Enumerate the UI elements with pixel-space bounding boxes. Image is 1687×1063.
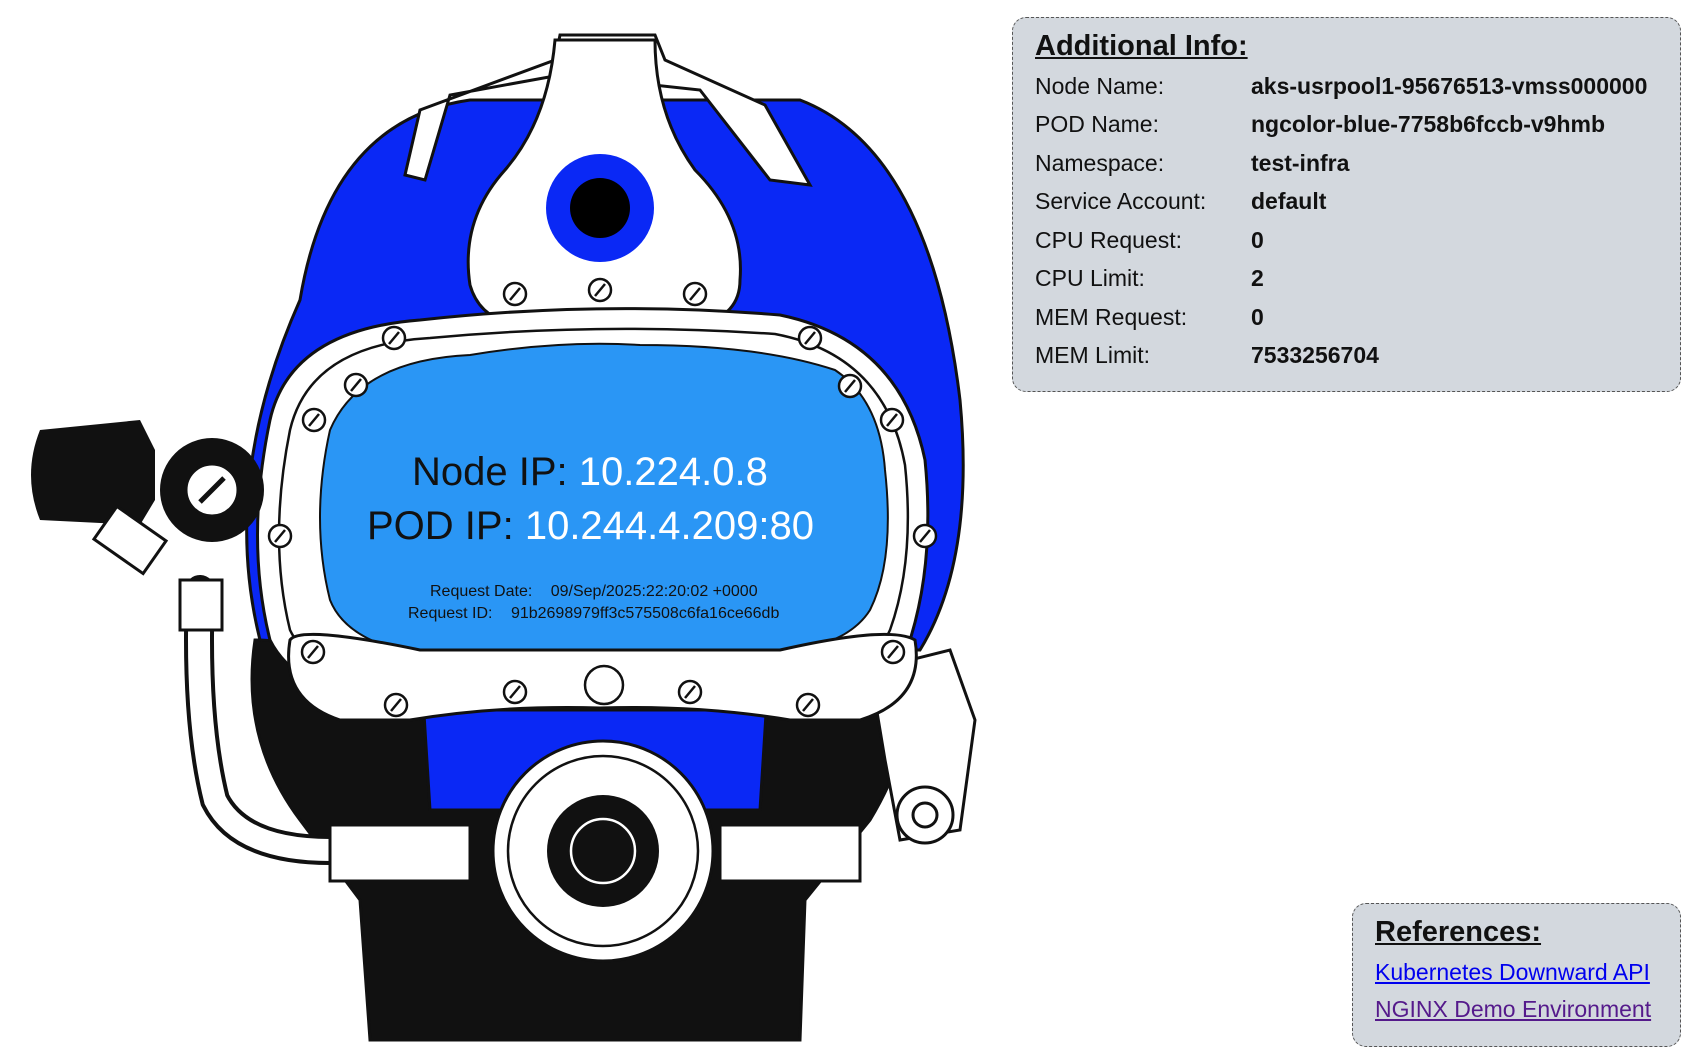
info-value: 2	[1251, 265, 1264, 292]
link-nginx-demo-environment[interactable]: NGINX Demo Environment	[1375, 996, 1658, 1023]
pod-ip-label: POD IP:	[367, 504, 514, 548]
adjust-gear	[160, 438, 264, 542]
front-port	[547, 795, 659, 907]
hose-fitting	[178, 578, 224, 632]
info-value: test-infra	[1251, 149, 1350, 176]
node-ip-value: 10.224.0.8	[578, 450, 768, 494]
info-value: default	[1251, 188, 1327, 215]
info-row: Service Account: default	[1035, 183, 1658, 222]
info-row: Node Name: aks-usrpool1-95676513-vmss0000…	[1035, 67, 1658, 106]
request-id-label: Request ID:	[408, 605, 493, 622]
node-ip-label: Node IP:	[412, 450, 568, 494]
info-value: aks-usrpool1-95676513-vmss000000	[1251, 72, 1648, 99]
request-date-value: 09/Sep/2025:22:20:02 +0000	[550, 583, 758, 600]
request-id-value: 91b2698979ff3c575508c6fa16ce66db	[510, 605, 780, 622]
info-row: POD Name: ngcolor-blue-7758b6fccb-v9hmb	[1035, 106, 1658, 145]
references-title: References:	[1375, 916, 1542, 948]
connector-left	[328, 823, 472, 883]
info-row: MEM Limit: 7533256704	[1035, 337, 1658, 376]
node-ip-line: Node IP: 10.224.0.8	[412, 450, 768, 495]
additional-info-panel: Additional Info: Node Name: aks-usrpool1-…	[1012, 17, 1681, 392]
info-value: 7533256704	[1251, 342, 1379, 369]
info-label: Namespace:	[1035, 149, 1165, 176]
info-row: MEM Request: 0	[1035, 298, 1658, 337]
request-date-line: Request Date: 09/Sep/2025:22:20:02 +0000	[430, 583, 758, 601]
request-date-label: Request Date:	[430, 583, 533, 600]
info-row: CPU Request: 0	[1035, 221, 1658, 260]
info-label: Node Name:	[1035, 72, 1165, 99]
info-value: 0	[1251, 226, 1264, 253]
request-id-line: Request ID: 91b2698979ff3c575508c6fa16ce…	[408, 605, 779, 623]
link-kubernetes-downward-api[interactable]: Kubernetes Downward API	[1375, 959, 1658, 986]
connector-right	[718, 823, 862, 883]
references-panel: References: Kubernetes Downward API NGIN…	[1352, 903, 1681, 1047]
info-row: Namespace: test-infra	[1035, 144, 1658, 183]
info-value: ngcolor-blue-7758b6fccb-v9hmb	[1251, 111, 1606, 138]
pod-ip-value: 10.244.4.209:80	[524, 504, 814, 548]
info-label: Service Account:	[1035, 188, 1207, 215]
regulator-knob	[31, 420, 155, 525]
info-label: CPU Request:	[1035, 226, 1183, 253]
info-label: MEM Limit:	[1035, 342, 1150, 369]
info-label: CPU Limit:	[1035, 265, 1145, 292]
pod-ip-line: POD IP: 10.244.4.209:80	[367, 504, 814, 549]
info-value: 0	[1251, 303, 1264, 330]
info-row: CPU Limit: 2	[1035, 260, 1658, 299]
info-label: POD Name:	[1035, 111, 1159, 138]
info-label: MEM Request:	[1035, 303, 1188, 330]
additional-info-title: Additional Info:	[1035, 30, 1248, 62]
top-light-lens	[570, 178, 630, 238]
